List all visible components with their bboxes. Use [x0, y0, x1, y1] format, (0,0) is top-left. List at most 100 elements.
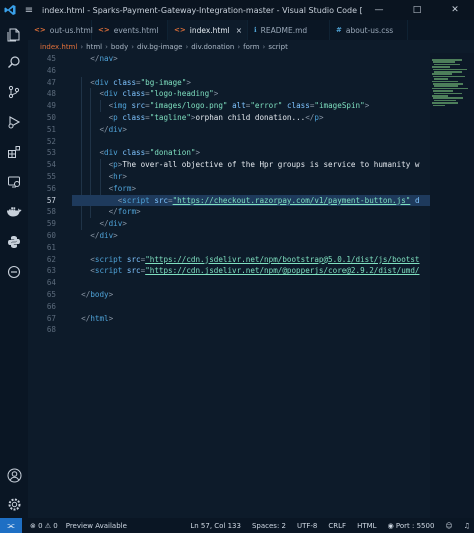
- code-line[interactable]: 51 </div>: [28, 124, 430, 136]
- notifications-bell-icon[interactable]: ♫: [464, 522, 470, 530]
- code-text[interactable]: <div class="logo-heading">: [72, 88, 218, 100]
- tab-index-html[interactable]: <> index.html ×: [168, 20, 248, 40]
- code-line[interactable]: 48 <div class="logo-heading">: [28, 88, 430, 100]
- code-text[interactable]: </div>: [72, 218, 126, 230]
- problems-indicator[interactable]: ⊗ 0 ⚠ 0: [30, 522, 58, 530]
- minimap[interactable]: [430, 53, 474, 518]
- breadcrumb-item[interactable]: html: [86, 43, 102, 51]
- minimap-line: [434, 78, 448, 80]
- tab-label: README.md: [260, 25, 308, 35]
- remote-explorer-icon[interactable]: [0, 170, 28, 194]
- docker-icon[interactable]: [0, 200, 28, 224]
- minimap-line: [432, 66, 450, 68]
- line-number: 48: [46, 89, 56, 99]
- minimize-button[interactable]: —: [360, 0, 398, 20]
- code-line[interactable]: 50 <p class="tagline">orphan child donat…: [28, 112, 430, 124]
- code-line[interactable]: 57 <script src="https://checkout.razorpa…: [28, 194, 430, 207]
- breadcrumb-item[interactable]: form: [243, 43, 259, 51]
- code-line[interactable]: 46: [28, 65, 430, 77]
- line-number: 68: [46, 325, 56, 335]
- menu-icon[interactable]: ≡: [20, 0, 38, 20]
- close-tab-icon[interactable]: ×: [236, 26, 242, 35]
- code-text[interactable]: <script src="https://cdn.jsdelivr.net/np…: [72, 265, 419, 277]
- code-line[interactable]: 62 <script src="https://cdn.jsdelivr.net…: [28, 254, 430, 266]
- breadcrumb-item[interactable]: script: [268, 43, 288, 51]
- minimap-line: [432, 102, 458, 104]
- code-line[interactable]: 54 <p>The over-all objective of the Hpr …: [28, 159, 430, 171]
- info-icon: ℹ: [254, 26, 257, 34]
- minimap-line: [433, 83, 463, 85]
- code-text[interactable]: <img src="images/logo.png" alt="error" c…: [72, 100, 370, 112]
- code-line[interactable]: 55 <hr>: [28, 171, 430, 183]
- explorer-icon[interactable]: [0, 23, 28, 47]
- minimap-line: [434, 71, 462, 73]
- code-line[interactable]: 47 <div class="bg-image">: [28, 77, 430, 89]
- tab-events-html[interactable]: <> events.html: [92, 20, 168, 40]
- end-of-line[interactable]: CRLF: [328, 522, 346, 530]
- run-debug-icon[interactable]: [0, 110, 28, 134]
- search-icon[interactable]: [0, 50, 28, 74]
- minimap-line: [433, 97, 463, 99]
- live-server-port[interactable]: ◉ Port : 5500: [388, 522, 435, 530]
- language-mode[interactable]: HTML: [357, 522, 376, 530]
- code-line[interactable]: 52: [28, 136, 430, 148]
- tab-about-us-html[interactable]: <> out-us.html: [28, 20, 93, 40]
- code-text[interactable]: </form>: [72, 206, 141, 218]
- code-text[interactable]: <div class="bg-image">: [72, 77, 191, 89]
- breadcrumb-item[interactable]: div.bg-image: [137, 43, 182, 51]
- code-line[interactable]: 59 </div>: [28, 218, 430, 230]
- live-share-icon[interactable]: [0, 260, 28, 284]
- vscode-logo-icon[interactable]: [0, 0, 20, 20]
- minimap-line: [433, 68, 467, 71]
- code-line[interactable]: 53 <div class="donation">: [28, 147, 430, 159]
- code-text[interactable]: <script src="https://checkout.razorpay.c…: [72, 195, 420, 207]
- tab-readme-md[interactable]: ℹ README.md: [248, 20, 330, 40]
- preview-status[interactable]: Preview Available: [66, 522, 127, 530]
- code-text[interactable]: <p class="tagline">orphan child donation…: [72, 112, 324, 124]
- close-window-button[interactable]: ✕: [436, 0, 474, 20]
- code-line[interactable]: 67 </html>: [28, 313, 430, 325]
- code-text[interactable]: </html>: [72, 313, 113, 325]
- code-text[interactable]: <script src="https://cdn.jsdelivr.net/np…: [72, 254, 419, 266]
- maximize-button[interactable]: □: [398, 0, 436, 20]
- settings-gear-icon[interactable]: [0, 492, 28, 516]
- code-text[interactable]: </div>: [72, 124, 126, 136]
- remote-indicator-icon[interactable]: ⫘: [0, 518, 22, 533]
- chevron-right-icon: ›: [131, 42, 135, 51]
- code-text[interactable]: </body>: [72, 289, 113, 301]
- breadcrumb-item[interactable]: div.donation: [191, 43, 234, 51]
- code-text[interactable]: <form>: [72, 183, 136, 195]
- encoding[interactable]: UTF-8: [297, 522, 317, 530]
- breadcrumb-item[interactable]: index.html: [40, 43, 77, 51]
- extensions-icon[interactable]: [0, 140, 28, 164]
- code-text[interactable]: </div>: [72, 230, 117, 242]
- code-text[interactable]: <div class="donation">: [72, 147, 200, 159]
- code-line[interactable]: 49 <img src="images/logo.png" alt="error…: [28, 100, 430, 112]
- code-line[interactable]: 63 <script src="https://cdn.jsdelivr.net…: [28, 265, 430, 277]
- code-text[interactable]: <hr>: [72, 171, 127, 183]
- tab-about-us-css[interactable]: # about-us.css: [330, 20, 408, 40]
- code-line[interactable]: 56 <form>: [28, 183, 430, 195]
- feedback-icon[interactable]: ☺: [445, 522, 452, 530]
- code-line[interactable]: 68: [28, 324, 430, 336]
- code-line[interactable]: 45 </nav>: [28, 53, 430, 65]
- code-line[interactable]: 60 </div>: [28, 230, 430, 242]
- python-icon[interactable]: [0, 230, 28, 254]
- code-line[interactable]: 66: [28, 301, 430, 313]
- minimap-line: [433, 104, 445, 107]
- source-control-icon[interactable]: [0, 80, 28, 104]
- code-line[interactable]: 61: [28, 242, 430, 254]
- code-editor[interactable]: 45 </nav> 46 47 <div class="bg-image"> 48 <…: [28, 53, 430, 518]
- code-line[interactable]: 58 </form>: [28, 206, 430, 218]
- code-text[interactable]: <p>The over-all objective of the Hpr gro…: [72, 159, 420, 171]
- line-number: 65: [46, 290, 56, 299]
- cursor-position[interactable]: Ln 57, Col 133: [190, 522, 241, 530]
- breadcrumb-item[interactable]: body: [111, 43, 128, 51]
- indentation[interactable]: Spaces: 2: [252, 522, 286, 530]
- line-number: 56: [46, 183, 56, 193]
- account-icon[interactable]: [0, 463, 28, 487]
- html-file-icon: <>: [174, 26, 186, 34]
- code-text[interactable]: </nav>: [72, 53, 117, 65]
- code-line[interactable]: 65 </body>: [28, 289, 430, 301]
- code-line[interactable]: 64: [28, 277, 430, 289]
